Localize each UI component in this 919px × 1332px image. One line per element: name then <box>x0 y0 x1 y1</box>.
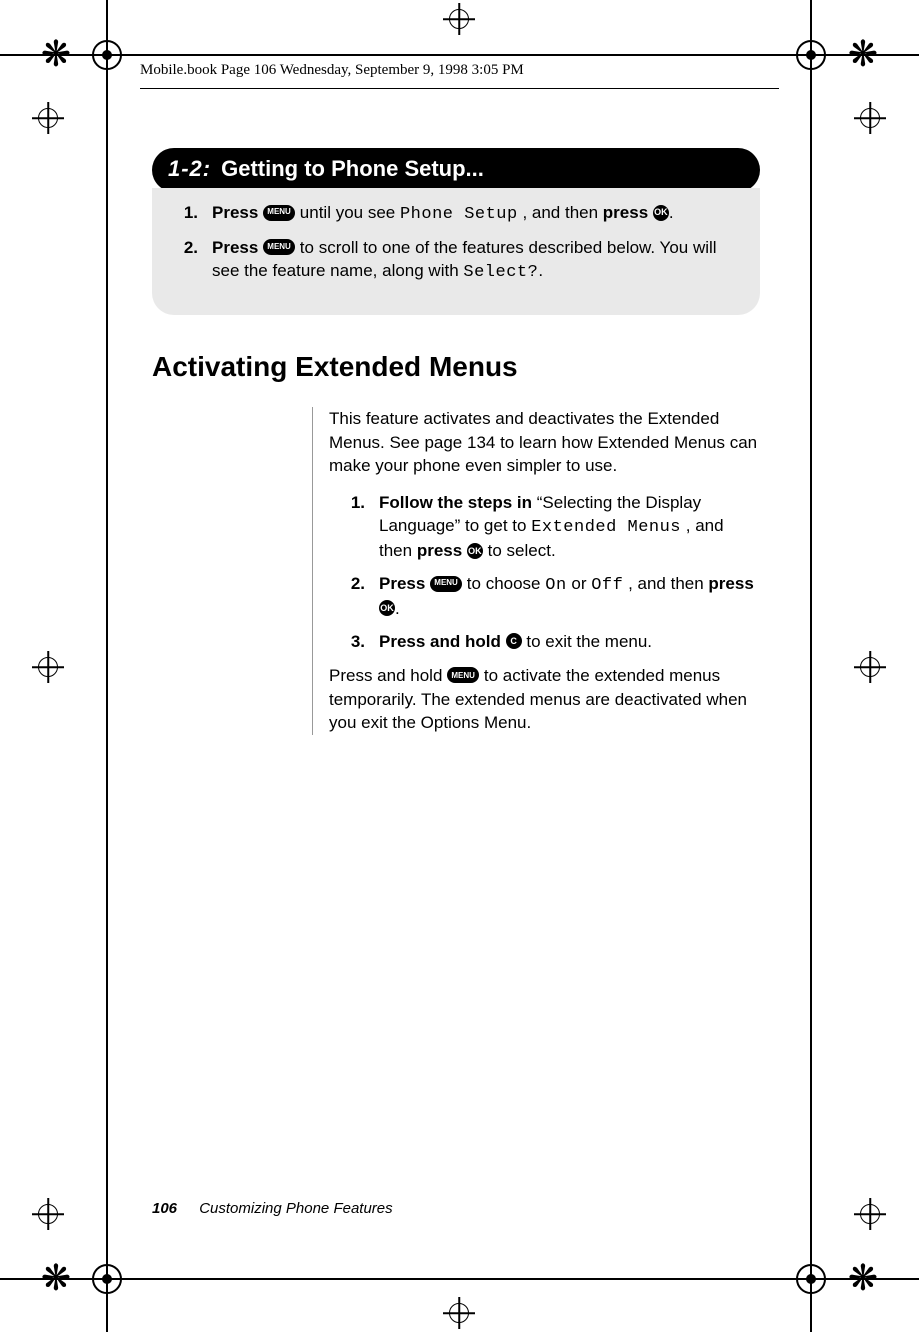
running-head-rule <box>140 88 779 89</box>
step-text: to select. <box>488 541 556 560</box>
banner-number: 1-2: <box>168 156 211 182</box>
body-step: 3. Press and hold C to exit the menu. <box>343 631 760 654</box>
body-step: 2. Press MENU to choose On or Off , and … <box>343 573 760 621</box>
register-mark-icon <box>796 1264 826 1294</box>
lcd-text: Select? <box>463 263 538 282</box>
page: ❋ ❋ ❋ ❋ Mobile.book Page 106 Wednesday, … <box>0 0 919 1332</box>
step-text: . <box>669 203 674 222</box>
page-number: 106 <box>152 1200 177 1217</box>
step-text: until you see <box>300 203 400 222</box>
page-footer: 106 Customizing Phone Features <box>152 1200 393 1217</box>
ok-key-icon: OK <box>379 600 395 616</box>
register-mark-icon <box>92 1264 122 1294</box>
step-text: or <box>571 574 591 593</box>
crop-rule-vertical-right <box>810 0 812 1332</box>
step-bold: press <box>603 203 648 222</box>
body-column: This feature activates and deactivates t… <box>312 407 760 735</box>
running-head: Mobile.book Page 106 Wednesday, Septembe… <box>140 62 779 79</box>
step-text: . <box>395 599 400 618</box>
menu-key-icon: MENU <box>447 667 479 683</box>
lcd-text: Phone Setup <box>400 205 518 224</box>
step-number: 2. <box>176 237 198 285</box>
step-body: Press MENU to scroll to one of the featu… <box>212 237 736 285</box>
tail-paragraph: Press and hold MENU to activate the exte… <box>329 664 760 735</box>
body-step: 1. Follow the steps in “Selecting the Di… <box>343 492 760 563</box>
step-number: 2. <box>343 573 365 621</box>
step-body: Press MENU to choose On or Off , and the… <box>379 573 760 621</box>
step-body: Press MENU until you see Phone Setup , a… <box>212 202 736 227</box>
step-text: , and then <box>628 574 708 593</box>
register-mark-icon <box>92 40 122 70</box>
crosshair-icon <box>36 1202 60 1226</box>
crosshair-icon <box>36 106 60 130</box>
step-bold: press <box>708 574 753 593</box>
rosette-icon: ❋ <box>36 1258 76 1298</box>
chapter-title: Customizing Phone Features <box>199 1200 392 1217</box>
crosshair-icon <box>858 655 882 679</box>
step-bold: Press <box>212 238 258 257</box>
step-bold: Press and hold <box>379 632 501 651</box>
step-bold: press <box>417 541 462 560</box>
step-number: 1. <box>343 492 365 563</box>
menu-key-icon: MENU <box>430 576 462 592</box>
c-key-icon: C <box>506 633 522 649</box>
register-mark-icon <box>796 40 826 70</box>
crosshair-icon <box>858 1202 882 1226</box>
ok-key-icon: OK <box>467 543 483 559</box>
rosette-icon: ❋ <box>843 34 883 74</box>
step-text: . <box>538 261 543 280</box>
tail-text: Press and hold <box>329 666 447 685</box>
banner-title: Getting to Phone Setup... <box>221 156 484 182</box>
step-number: 3. <box>343 631 365 654</box>
lcd-text: Extended Menus <box>531 518 681 537</box>
step-text: to choose <box>467 574 545 593</box>
step-text: , and then <box>522 203 602 222</box>
crosshair-icon <box>447 7 471 31</box>
section-banner: 1-2: Getting to Phone Setup... <box>152 148 760 192</box>
crop-rule-horizontal-top <box>0 54 919 56</box>
rosette-icon: ❋ <box>36 34 76 74</box>
section-heading: Activating Extended Menus <box>152 351 760 383</box>
intro-paragraph: This feature activates and deactivates t… <box>329 407 760 478</box>
menu-key-icon: MENU <box>263 239 295 255</box>
ok-key-icon: OK <box>653 205 669 221</box>
steps-callout-box: 1. Press MENU until you see Phone Setup … <box>152 188 760 315</box>
crosshair-icon <box>447 1301 471 1325</box>
rosette-icon: ❋ <box>843 1258 883 1298</box>
running-head-text: Mobile.book Page 106 Wednesday, Septembe… <box>140 62 524 78</box>
crosshair-icon <box>36 655 60 679</box>
callout-step: 1. Press MENU until you see Phone Setup … <box>176 202 736 227</box>
callout-step: 2. Press MENU to scroll to one of the fe… <box>176 237 736 285</box>
crosshair-icon <box>858 106 882 130</box>
crop-rule-horizontal-bottom <box>0 1278 919 1280</box>
lcd-text: Off <box>591 576 623 595</box>
crop-rule-vertical-left <box>106 0 108 1332</box>
menu-key-icon: MENU <box>263 205 295 221</box>
step-body: Follow the steps in “Selecting the Displ… <box>379 492 760 563</box>
lcd-text: On <box>545 576 566 595</box>
step-number: 1. <box>176 202 198 227</box>
step-bold: Follow the steps in <box>379 493 532 512</box>
step-body: Press and hold C to exit the menu. <box>379 631 760 654</box>
content-area: 1-2: Getting to Phone Setup... 1. Press … <box>152 148 760 749</box>
step-text: to exit the menu. <box>526 632 652 651</box>
step-bold: Press <box>379 574 425 593</box>
step-bold: Press <box>212 203 258 222</box>
